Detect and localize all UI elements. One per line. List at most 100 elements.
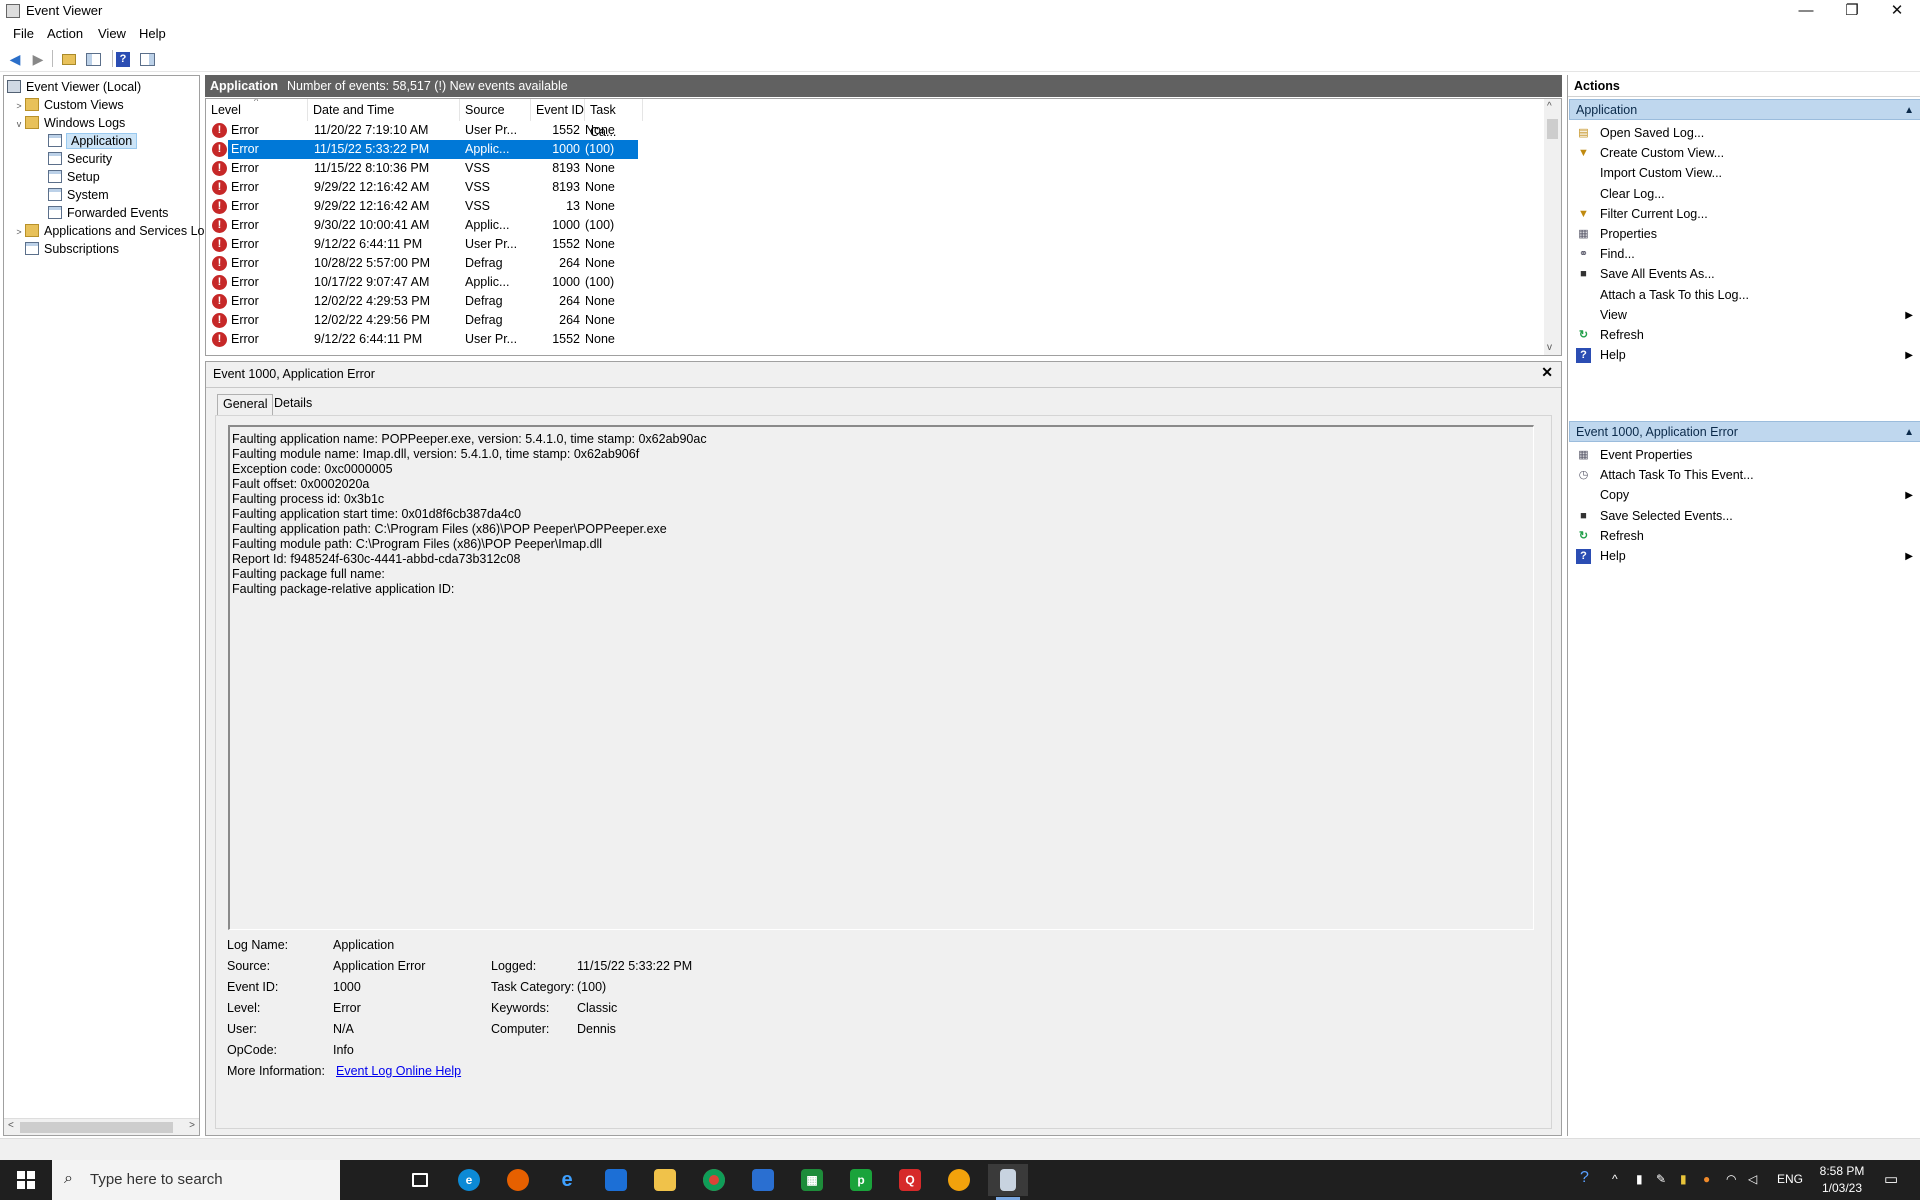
action-item-import-custom-view[interactable]: Import Custom View... [1568,163,1920,184]
minimize-button[interactable]: — [1783,0,1829,22]
action-item-create-custom-view[interactable]: ▼ Create Custom View... [1568,143,1920,164]
tree-item-system[interactable]: System [48,186,109,204]
scroll-thumb[interactable] [1547,119,1558,139]
actions-section-event[interactable]: Event 1000, Application Error ▲ [1569,421,1920,442]
column-date-time[interactable]: Date and Time [308,99,460,121]
wifi-icon[interactable]: ◠ [1726,1172,1736,1186]
table-row[interactable]: ! Error 11/15/22 8:10:36 PM VSS 8193 None [206,159,1543,178]
tree-item-application[interactable]: Application [48,132,138,150]
tab-general[interactable]: General [217,394,274,415]
restore-button[interactable]: ❐ [1829,0,1875,22]
action-item-event-properties[interactable]: ▦ Event Properties [1568,445,1920,466]
start-button[interactable] [0,1160,52,1200]
taskbar-search-box[interactable]: ⌕ Type here to search [52,1160,340,1200]
tree-item-windows-logs[interactable]: v Windows Logs [13,114,125,132]
table-row[interactable]: ! Error 12/02/22 4:29:53 PM Defrag 264 None [206,292,1543,311]
show-hide-tree-icon[interactable] [83,49,103,69]
table-row[interactable]: ! Error 12/02/22 4:29:56 PM Defrag 264 None [206,311,1543,330]
language-indicator[interactable]: ENG [1777,1172,1803,1186]
battery-icon[interactable]: ▮ [1680,1172,1687,1186]
column-source[interactable]: Source [460,99,531,121]
tree-root[interactable]: Event Viewer (Local) [7,78,141,96]
edge-icon[interactable]: e [449,1164,489,1196]
table-row[interactable]: ! Error 10/28/22 5:57:00 PM Defrag 264 None [206,254,1543,273]
tree-item-security[interactable]: Security [48,150,112,168]
table-row[interactable]: ! Error 11/15/22 5:33:22 PM Applic... 1000 (1… [206,140,1543,159]
event-description[interactable]: Faulting application name: POPPeeper.exe… [228,425,1534,930]
menu-view[interactable]: View [98,26,126,41]
mail-icon[interactable] [743,1164,783,1196]
action-item-help[interactable]: ? Help ▶ [1568,546,1920,567]
usb-icon[interactable]: ▮ [1636,1172,1643,1186]
action-item-find[interactable]: ⚭ Find... [1568,244,1920,265]
tab-details[interactable]: Details [269,394,317,415]
scroll-right-icon[interactable]: > [189,1120,195,1131]
tree-item-setup[interactable]: Setup [48,168,100,186]
collapse-icon[interactable]: v [13,115,25,133]
event-list-scrollbar[interactable]: ^ v [1544,99,1561,355]
q-app-icon[interactable]: Q [890,1164,930,1196]
show-hidden-icons-icon[interactable]: ^ [1612,1172,1618,1186]
action-item-help[interactable]: ? Help ▶ [1568,345,1920,366]
tree-item-subscriptions[interactable]: Subscriptions [25,240,119,258]
action-item-properties[interactable]: ▦ Properties [1568,224,1920,245]
firefox-icon[interactable] [498,1164,538,1196]
scroll-left-icon[interactable]: < [8,1120,14,1131]
scroll-up-icon[interactable]: ^ [1547,101,1552,112]
scroll-down-icon[interactable]: v [1547,342,1552,353]
table-row[interactable]: ! Error 9/29/22 12:16:42 AM VSS 8193 None [206,178,1543,197]
notifications-icon[interactable]: ▭ [1884,1170,1898,1188]
help-icon[interactable]: ? [113,49,133,69]
store-icon[interactable] [596,1164,636,1196]
menu-action[interactable]: Action [47,26,83,41]
calculator-icon[interactable]: ▦ [792,1164,832,1196]
file-explorer-icon[interactable] [645,1164,685,1196]
action-item-save-all-events-as[interactable]: ■ Save All Events As... [1568,264,1920,285]
event-log-online-help-link[interactable]: Event Log Online Help [336,1064,461,1078]
table-row[interactable]: ! Error 10/17/22 9:07:47 AM Applic... 1000 (1… [206,273,1543,292]
collapse-icon[interactable]: ▲ [1904,100,1914,121]
table-row[interactable]: ! Error 9/12/22 6:44:11 PM User Pr... 1552 No… [206,235,1543,254]
back-icon[interactable]: ◀ [5,49,25,69]
action-item-view[interactable]: View ▶ [1568,305,1920,326]
tree-item-apps-services-logs[interactable]: > Applications and Services Lo [13,222,205,240]
expand-icon[interactable]: > [13,97,25,115]
action-item-save-selected-events[interactable]: ■ Save Selected Events... [1568,506,1920,527]
column-event-id[interactable]: Event ID [531,99,585,121]
menu-help[interactable]: Help [139,26,166,41]
action-item-attach-task-to-this-event[interactable]: ◷ Attach Task To This Event... [1568,465,1920,486]
table-row[interactable]: ! Error 9/30/22 10:00:41 AM Applic... 1000 (1… [206,216,1543,235]
action-item-filter-current-log[interactable]: ▼ Filter Current Log... [1568,204,1920,225]
up-folder-icon[interactable] [59,49,79,69]
tree-item-custom-views[interactable]: > Custom Views [13,96,124,114]
event-viewer-taskbar-icon[interactable] [988,1164,1028,1200]
menu-file[interactable]: File [13,26,34,41]
help-tray-icon[interactable]: ? [1580,1169,1589,1187]
table-row[interactable]: ! Error 11/20/22 7:19:10 AM User Pr... 1552 N… [206,121,1543,140]
forward-icon[interactable]: ▶ [28,49,48,69]
table-row[interactable]: ! Error 9/12/22 6:44:11 PM User Pr... 1552 No… [206,330,1543,349]
action-item-copy[interactable]: Copy ▶ [1568,485,1920,506]
task-view-icon[interactable] [400,1164,440,1196]
collapse-icon[interactable]: ▲ [1904,422,1914,443]
action-item-refresh[interactable]: ↻ Refresh [1568,325,1920,346]
column-task-category[interactable]: Task Ca... [585,99,643,139]
action-item-attach-a-task-to-this-log[interactable]: Attach a Task To this Log... [1568,285,1920,306]
volume-icon[interactable]: ◁ [1748,1172,1757,1186]
chrome-icon[interactable] [694,1164,734,1196]
pen-icon[interactable]: ✎ [1656,1172,1666,1186]
tree-horizontal-scrollbar[interactable]: < > [4,1118,199,1135]
scroll-thumb[interactable] [20,1122,173,1133]
app-tray-icon[interactable]: ● [1703,1172,1710,1186]
tree-item-forwarded-events[interactable]: Forwarded Events [48,204,168,222]
action-item-clear-log[interactable]: Clear Log... [1568,184,1920,205]
close-button[interactable]: ✕ [1874,0,1920,22]
expand-icon[interactable]: > [13,223,25,241]
close-icon[interactable]: ✕ [1541,364,1553,381]
actions-section-application[interactable]: Application ▲ [1569,99,1920,120]
internet-explorer-icon[interactable]: e [547,1164,587,1196]
clock[interactable]: 8:58 PM 1/03/23 [1806,1163,1878,1197]
weather-icon[interactable] [939,1164,979,1196]
p-app-icon[interactable]: p [841,1164,881,1196]
show-hide-action-pane-icon[interactable] [137,49,157,69]
